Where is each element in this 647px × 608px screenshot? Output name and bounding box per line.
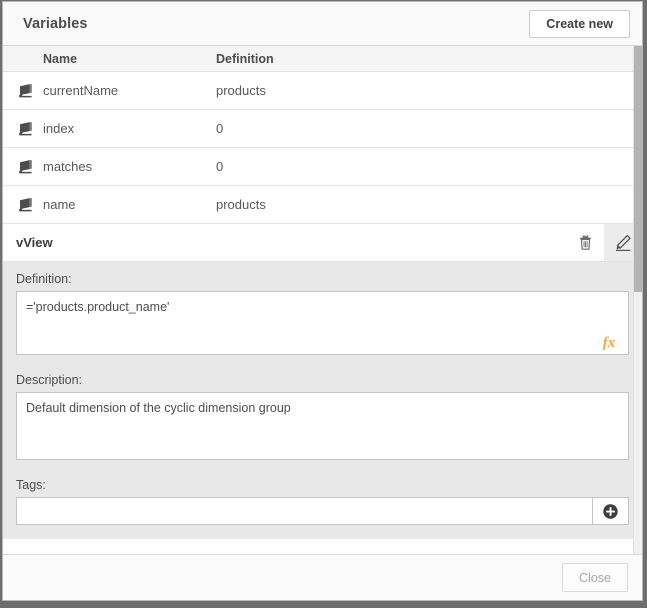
- tags-label: Tags:: [16, 478, 46, 492]
- dialog-header: Variables Create new: [3, 2, 642, 46]
- plus-circle-icon[interactable]: [592, 497, 629, 525]
- variable-name: matches: [43, 159, 93, 174]
- variable-icon: [3, 83, 43, 99]
- fx-icon[interactable]: fx: [597, 332, 621, 354]
- tags-row: [16, 497, 629, 525]
- dialog-body: Name Definition currentName products ind…: [3, 46, 642, 554]
- table-header: Name Definition: [3, 46, 642, 72]
- table-row[interactable]: name products: [3, 186, 642, 224]
- dialog-footer: Close: [3, 554, 642, 600]
- variable-name: currentName: [43, 83, 119, 98]
- table-row[interactable]: index 0: [3, 110, 642, 148]
- variable-definition: products: [216, 83, 266, 98]
- vertical-scrollbar-thumb[interactable]: [634, 46, 642, 292]
- description-input[interactable]: [16, 392, 629, 460]
- variable-definition: 0: [216, 159, 224, 174]
- variable-icon: [3, 121, 43, 137]
- column-header-name: Name: [43, 51, 78, 66]
- variable-name: name: [43, 197, 76, 212]
- variable-name: index: [43, 121, 75, 136]
- selected-variable-row[interactable]: vView: [3, 224, 642, 262]
- definition-label: Definition:: [16, 272, 72, 286]
- tags-input[interactable]: [16, 497, 592, 525]
- definition-field-wrap: fx: [16, 291, 629, 360]
- definition-input[interactable]: [16, 291, 629, 355]
- vertical-scrollbar-track[interactable]: [633, 46, 642, 554]
- variable-detail-panel: Definition: fx Description: Tags:: [3, 262, 642, 539]
- table-row[interactable]: currentName products: [3, 72, 642, 110]
- create-new-button[interactable]: Create new: [529, 9, 630, 38]
- selected-variable-name: vView: [16, 235, 53, 250]
- column-header-definition: Definition: [216, 51, 274, 66]
- table-row[interactable]: matches 0: [3, 148, 642, 186]
- variable-definition: 0: [216, 121, 224, 136]
- variable-icon: [3, 197, 43, 213]
- page-title: Variables: [23, 15, 88, 32]
- variables-dialog: Variables Create new Name Definition cur…: [2, 1, 643, 601]
- variable-icon: [3, 159, 43, 175]
- close-button[interactable]: Close: [562, 563, 628, 592]
- trash-icon[interactable]: [566, 224, 604, 261]
- variable-definition: products: [216, 197, 266, 212]
- description-label: Description:: [16, 373, 82, 387]
